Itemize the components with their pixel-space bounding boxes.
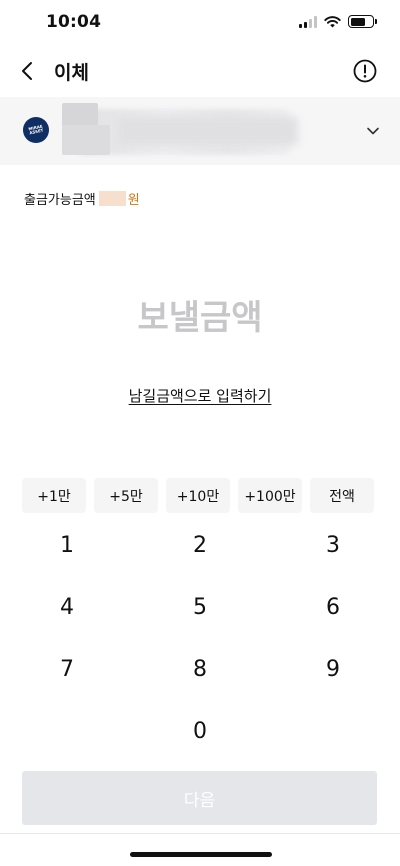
status-icons bbox=[299, 15, 377, 28]
wifi-icon bbox=[324, 15, 341, 27]
next-button[interactable]: 다음 bbox=[22, 771, 377, 825]
bank-logo: MIRAE ASSET bbox=[23, 117, 49, 143]
info-circle-icon[interactable] bbox=[352, 58, 378, 84]
available-balance: 출금가능금액 원 bbox=[24, 189, 140, 208]
divider bbox=[0, 833, 400, 834]
battery-icon bbox=[348, 15, 377, 28]
page-title: 이체 bbox=[54, 62, 89, 84]
quick-amount-row: +1만 +5만 +10만 +100만 전액 bbox=[22, 478, 374, 513]
bank-logo-text: MIRAE ASSET bbox=[27, 123, 44, 136]
balance-unit: 원 bbox=[127, 193, 140, 208]
cellular-signal-icon bbox=[299, 15, 317, 28]
home-indicator[interactable] bbox=[130, 852, 272, 857]
amount-input[interactable]: 보낼금액 bbox=[0, 290, 400, 339]
back-button[interactable] bbox=[12, 56, 42, 86]
keypad-key-8[interactable]: 8 bbox=[145, 644, 255, 694]
quick-amount-all-button[interactable]: 전액 bbox=[310, 478, 374, 513]
keypad-key-6[interactable]: 6 bbox=[278, 582, 388, 632]
quick-amount-50k-button[interactable]: +5만 bbox=[94, 478, 158, 513]
keypad-key-7[interactable]: 7 bbox=[12, 644, 122, 694]
quick-amount-100k-button[interactable]: +10만 bbox=[166, 478, 230, 513]
keypad-key-4[interactable]: 4 bbox=[12, 582, 122, 632]
keypad-key-3[interactable]: 3 bbox=[278, 520, 388, 570]
quick-amount-10k-button[interactable]: +1만 bbox=[22, 478, 86, 513]
status-time: 10:04 bbox=[46, 12, 102, 32]
chevron-left-icon bbox=[22, 62, 32, 80]
keypad-key-5[interactable]: 5 bbox=[145, 582, 255, 632]
balance-label: 출금가능금액 bbox=[24, 193, 96, 208]
nav-header: 이체 bbox=[0, 46, 400, 96]
account-selector[interactable]: MIRAE ASSET bbox=[0, 97, 400, 165]
keypad-key-0[interactable]: 0 bbox=[145, 706, 255, 756]
chevron-down-icon bbox=[367, 127, 379, 135]
status-bar: 10:04 bbox=[0, 0, 400, 46]
keypad-key-2[interactable]: 2 bbox=[145, 520, 255, 570]
remain-amount-link[interactable]: 남길금액으로 입력하기 bbox=[0, 385, 400, 406]
keypad-key-1[interactable]: 1 bbox=[12, 520, 122, 570]
balance-amount-redacted bbox=[98, 191, 126, 206]
keypad-key-9[interactable]: 9 bbox=[278, 644, 388, 694]
quick-amount-1m-button[interactable]: +100만 bbox=[238, 478, 302, 513]
